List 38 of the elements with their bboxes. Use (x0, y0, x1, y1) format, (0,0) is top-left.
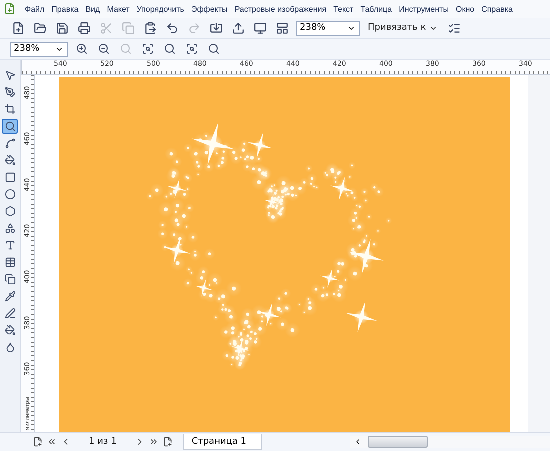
magnifier-icon[interactable] (206, 41, 222, 57)
menu-item[interactable]: Упорядочить (136, 4, 184, 14)
document-icon[interactable] (4, 3, 16, 15)
printer-icon[interactable] (76, 20, 92, 36)
save-icon[interactable] (54, 20, 70, 36)
zoom-out-icon[interactable] (96, 41, 112, 57)
menu-item[interactable]: Макет (107, 4, 130, 14)
window-icon[interactable] (274, 20, 290, 36)
add-page-icon[interactable] (33, 437, 43, 447)
folder-icon[interactable] (32, 20, 48, 36)
add-page-icon[interactable] (162, 437, 173, 447)
page-counter: 1 из 1 (89, 437, 117, 447)
menu-item[interactable]: Растровые изображения (234, 4, 327, 14)
import-icon[interactable] (208, 20, 224, 36)
menu-item[interactable]: Текст (334, 4, 354, 14)
magnifier-icon[interactable] (162, 41, 178, 57)
zoom-in-icon[interactable] (74, 41, 90, 57)
horizontal-scrollbar[interactable] (350, 436, 550, 448)
zoom-tool[interactable] (2, 119, 18, 134)
export-icon[interactable] (230, 20, 246, 36)
menu-item[interactable]: Таблица (360, 4, 392, 14)
menu-item[interactable]: Файл (25, 4, 45, 14)
magnifier-icon[interactable] (140, 41, 156, 57)
zoom-level-field[interactable]: 238% (10, 42, 68, 56)
monitor-icon[interactable] (252, 20, 268, 36)
scroll-left-icon[interactable] (354, 438, 362, 446)
page-tab[interactable]: Страница 1 (182, 434, 262, 450)
magnifier-icon[interactable] (184, 41, 200, 57)
zoom-level-field[interactable]: 238% (296, 20, 360, 36)
menu-item[interactable]: Справка (482, 4, 513, 14)
menu-item[interactable]: Инструменты (399, 4, 449, 14)
menu-item[interactable]: Вид (86, 4, 100, 14)
first-page-icon[interactable] (47, 437, 57, 447)
menu-item[interactable]: Эффекты (191, 4, 228, 14)
last-page-icon[interactable] (148, 437, 159, 447)
snap-to-dropdown[interactable]: Привязать к (366, 23, 440, 33)
menu-item[interactable]: Правка (52, 4, 79, 14)
menu-item[interactable]: Окно (456, 4, 475, 14)
